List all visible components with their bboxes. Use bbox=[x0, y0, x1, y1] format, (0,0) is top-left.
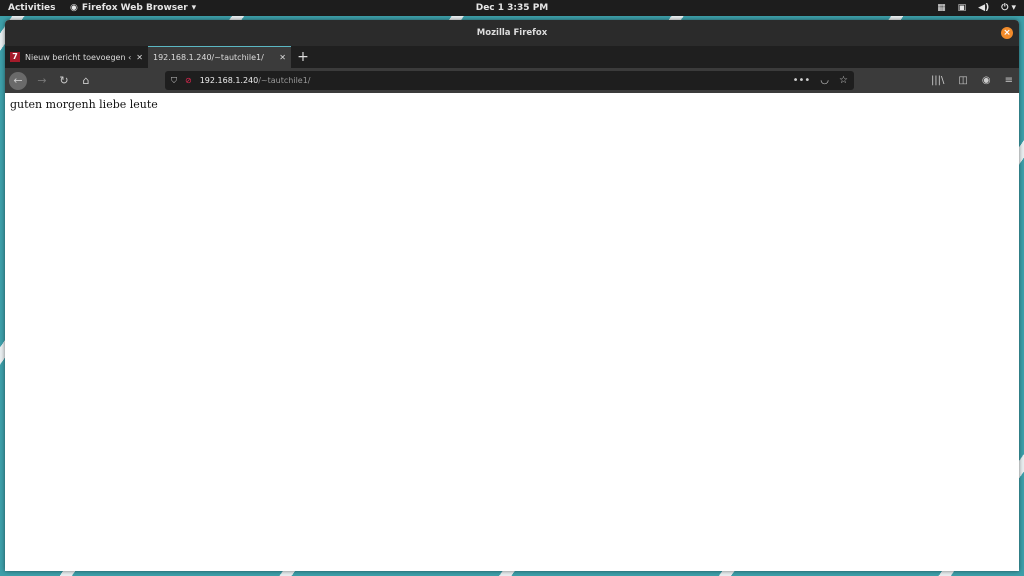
clock[interactable]: Dec 1 3:35 PM bbox=[0, 3, 1024, 13]
close-tab-icon[interactable]: ✕ bbox=[279, 53, 286, 62]
reload-button[interactable]: ↻ bbox=[53, 74, 75, 87]
tab-strip: 7 Nieuw bericht toevoegen ‹ ✕ 192.168.1.24… bbox=[5, 46, 1019, 68]
url-path: /~tautchile1/ bbox=[258, 76, 311, 85]
account-icon[interactable]: ◉ bbox=[982, 75, 991, 86]
page-content: guten morgenh liebe leute bbox=[5, 93, 1019, 116]
tab-label: Nieuw bericht toevoegen ‹ bbox=[25, 52, 132, 62]
forward-button[interactable]: → bbox=[31, 74, 53, 87]
firefox-window: Mozilla Firefox × 7 Nieuw bericht toevoege… bbox=[5, 20, 1019, 571]
shield-icon[interactable]: ⛉ bbox=[171, 76, 177, 86]
navigation-toolbar: ← → ↻ ⌂ ⛉ ⊘ 192.168.1.240/~tautchile1/ •… bbox=[5, 68, 1019, 93]
sidebar-icon[interactable]: ◫ bbox=[958, 75, 967, 86]
insecure-lock-icon[interactable]: ⊘ bbox=[185, 76, 192, 85]
page-text: guten morgenh liebe leute bbox=[10, 98, 158, 111]
volume-icon: ◀) bbox=[978, 3, 990, 13]
tab-label: 192.168.1.240/~tautchile1/ bbox=[153, 53, 264, 62]
close-window-button[interactable]: × bbox=[1001, 27, 1013, 39]
title-bar: Mozilla Firefox × bbox=[5, 20, 1019, 46]
tab-active[interactable]: 192.168.1.240/~tautchile1/ ✕ bbox=[148, 46, 291, 68]
gnome-top-bar: Activities ◉ Firefox Web Browser ▾ Dec 1 3… bbox=[0, 0, 1024, 16]
library-icon[interactable]: |||\ bbox=[931, 75, 944, 86]
network-icon: ▣ bbox=[957, 3, 967, 13]
back-button[interactable]: ← bbox=[9, 71, 27, 90]
home-button[interactable]: ⌂ bbox=[75, 74, 97, 87]
workspace-icon: ▦ bbox=[937, 3, 946, 13]
site-favicon: 7 bbox=[10, 52, 20, 62]
pocket-icon[interactable]: ◡ bbox=[820, 75, 829, 86]
page-actions-icon[interactable]: ••• bbox=[793, 75, 811, 86]
menu-icon[interactable]: ≡ bbox=[1005, 75, 1013, 86]
url-host: 192.168.1.240 bbox=[199, 76, 259, 85]
bookmark-star-icon[interactable]: ☆ bbox=[839, 75, 848, 86]
new-tab-button[interactable]: + bbox=[291, 46, 315, 68]
close-tab-icon[interactable]: ✕ bbox=[136, 53, 143, 62]
url-bar[interactable]: ⛉ ⊘ 192.168.1.240/~tautchile1/ ••• ◡ ☆ bbox=[165, 71, 854, 90]
tab-nieuw-bericht[interactable]: 7 Nieuw bericht toevoegen ‹ ✕ bbox=[5, 46, 148, 68]
power-icon: ⏻ ▾ bbox=[1001, 3, 1016, 13]
window-title: Mozilla Firefox bbox=[476, 28, 548, 38]
system-tray[interactable]: ▦ ▣ ◀) ⏻ ▾ bbox=[937, 3, 1016, 13]
